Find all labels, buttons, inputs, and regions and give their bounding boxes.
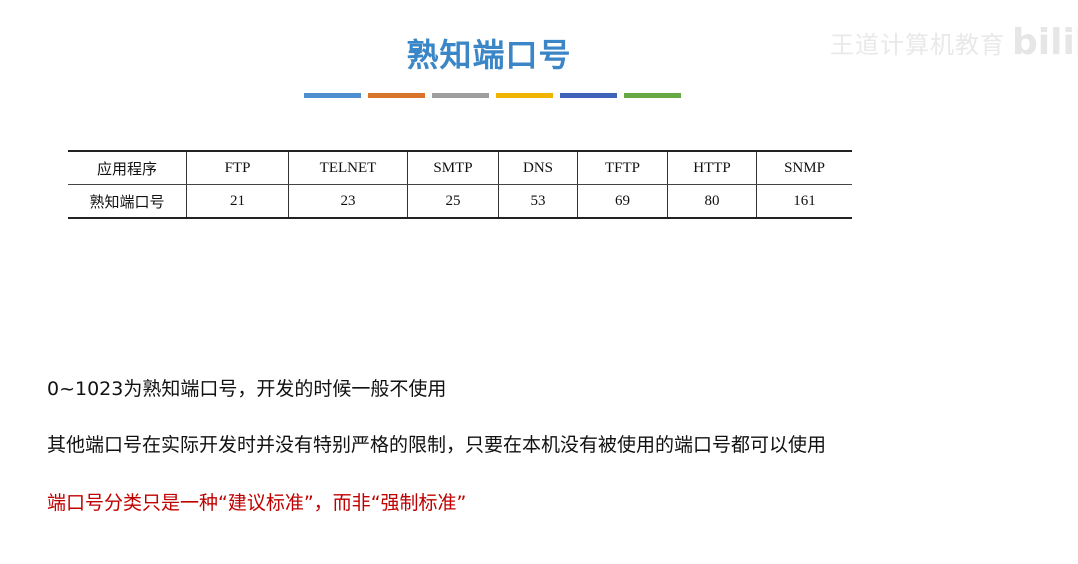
- table-header-cell: 应用程序: [68, 150, 187, 185]
- table-header-cell: SMTP: [407, 150, 499, 185]
- bilibili-logo: bilib: [1012, 22, 1078, 63]
- watermark-text: 王道计算机教育: [830, 31, 1005, 59]
- text-line-range: 0~1023为熟知端口号，开发的时候一般不使用: [47, 378, 447, 400]
- color-bars: [304, 93, 681, 98]
- color-bar-orange: [368, 93, 425, 98]
- table-cell: 熟知端口号: [68, 184, 187, 219]
- table-cell: 69: [577, 184, 668, 219]
- text-line-other-ports: 其他端口号在实际开发时并没有特别严格的限制，只要在本机没有被使用的端口号都可以使…: [47, 434, 827, 456]
- table-header-cell: HTTP: [667, 150, 757, 185]
- table-cell: 80: [667, 184, 757, 219]
- table-cell: 21: [186, 184, 289, 219]
- table-header-cell: FTP: [186, 150, 289, 185]
- color-bar-gray: [432, 93, 489, 98]
- text-line-emphasis: 端口号分类只是一种“建议标准”，而非“强制标准”: [47, 492, 467, 514]
- color-bar-blue: [304, 93, 361, 98]
- table-row: 熟知端口号 21 23 25 53 69 80 161: [68, 184, 852, 219]
- table-header-cell: TFTP: [577, 150, 668, 185]
- table-header-cell: SNMP: [756, 150, 852, 185]
- well-known-ports-table: 应用程序 FTP TELNET SMTP DNS TFTP HTTP SNMP …: [68, 150, 852, 219]
- table-cell: 53: [498, 184, 578, 219]
- table-header-row: 应用程序 FTP TELNET SMTP DNS TFTP HTTP SNMP: [68, 150, 852, 185]
- table-cell: 23: [288, 184, 408, 219]
- color-bar-yellow: [496, 93, 553, 98]
- table-cell: 161: [756, 184, 852, 219]
- color-bar-navy: [560, 93, 617, 98]
- color-bar-green: [624, 93, 681, 98]
- table-cell: 25: [407, 184, 499, 219]
- table-header-cell: TELNET: [288, 150, 408, 185]
- table-header-cell: DNS: [498, 150, 578, 185]
